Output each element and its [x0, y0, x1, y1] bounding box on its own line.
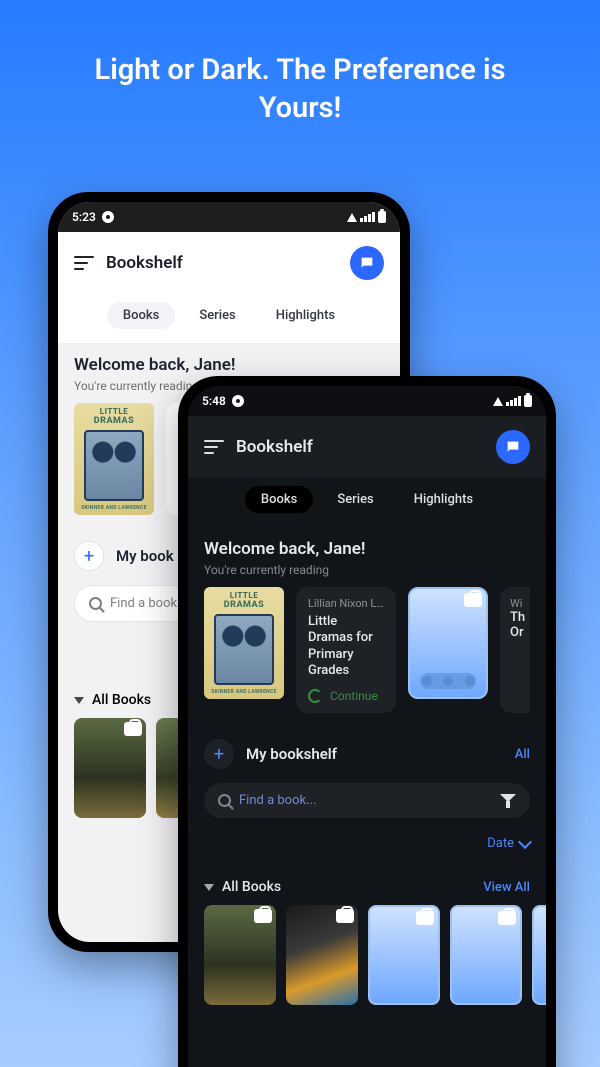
card-title: Little Dramas for Primary Grades [308, 614, 384, 679]
continue-row[interactable]: Continue [308, 689, 384, 703]
book-badge-icon [464, 593, 482, 607]
peek-title-2: Or [510, 625, 530, 640]
add-book-button[interactable]: + [204, 739, 234, 769]
chat-fab[interactable] [496, 430, 530, 464]
tabs: Books Series Highlights [188, 478, 546, 527]
reading-row: LITTLE DRAMAS SKINNER AND LAWRENCE Lilli… [204, 587, 530, 713]
book-thumb[interactable] [204, 905, 276, 1005]
book-badge-icon [336, 909, 354, 923]
chevron-down-icon [518, 834, 532, 848]
search-icon [218, 794, 231, 807]
continue-label: Continue [330, 689, 378, 703]
reading-card[interactable]: Lillian Nixon Lawre... Little Dramas for… [296, 587, 396, 713]
app-header: Bookshelf [188, 416, 546, 478]
caret-icon [204, 884, 214, 891]
reading-card-peek[interactable]: Wi Th Or [500, 587, 530, 713]
my-bookshelf-row: + My bookshelf All [204, 739, 530, 769]
currently-reading-label: You're currently reading [204, 563, 530, 577]
book-cover-little-dramas[interactable]: LITTLE DRAMAS SKINNER AND LAWRENCE [204, 587, 284, 699]
search-bar[interactable]: Find a book... [204, 783, 530, 818]
signal-icon [506, 396, 521, 406]
tab-series[interactable]: Series [183, 302, 251, 329]
book-cover-device[interactable] [408, 587, 488, 699]
progress-spinner-icon [308, 689, 322, 703]
chat-fab[interactable] [350, 246, 384, 280]
book-thumb[interactable] [368, 905, 440, 1005]
status-time: 5:48 [202, 394, 226, 408]
peek-title-1: Th [510, 610, 530, 625]
all-link[interactable]: All [515, 747, 530, 762]
battery-icon [524, 395, 532, 407]
peek-author: Wi [510, 597, 530, 610]
add-book-button[interactable]: + [74, 541, 104, 571]
app-header: Bookshelf [58, 232, 400, 294]
welcome-text: Welcome back, Jane! [204, 539, 530, 559]
tabs: Books Series Highlights [58, 294, 400, 343]
sort-row[interactable]: Date [204, 836, 530, 851]
welcome-text: Welcome back, Jane! [74, 355, 384, 375]
book-badge-icon [498, 911, 516, 925]
menu-icon[interactable] [74, 256, 94, 270]
signal-icon [360, 212, 375, 222]
cover-line2: DRAMAS [224, 600, 264, 610]
my-bookshelf-title: My bookshelf [246, 745, 503, 763]
cover-art [84, 430, 144, 501]
cover-publisher: SKINNER AND LAWRENCE [81, 505, 146, 511]
cover-line2: DRAMAS [94, 416, 134, 426]
menu-icon[interactable] [204, 440, 224, 454]
tab-books[interactable]: Books [245, 486, 313, 513]
book-thumb[interactable] [450, 905, 522, 1005]
tab-highlights[interactable]: Highlights [260, 302, 351, 329]
status-time: 5:23 [72, 210, 96, 224]
all-books-title: All Books [222, 879, 475, 895]
book-badge-icon [254, 909, 272, 923]
dark-phone-frame: 5:48 Bookshelf Books Series Highlights W… [178, 376, 556, 1067]
cover-publisher: SKINNER AND LAWRENCE [211, 689, 276, 695]
sort-label: Date [487, 836, 514, 851]
caret-icon [74, 697, 84, 704]
card-author: Lillian Nixon Lawre... [308, 597, 384, 610]
tab-books[interactable]: Books [107, 302, 175, 329]
book-thumb[interactable] [532, 905, 546, 1005]
search-placeholder: Find a book... [239, 793, 492, 808]
wifi-icon [493, 397, 503, 406]
statusbar: 5:23 [58, 202, 400, 232]
cover-art [214, 614, 274, 685]
view-all-link[interactable]: View All [483, 880, 530, 895]
book-thumb[interactable] [286, 905, 358, 1005]
battery-icon [378, 211, 386, 223]
header-title: Bookshelf [236, 437, 484, 457]
book-badge-icon [416, 911, 434, 925]
search-icon [89, 597, 102, 610]
status-app-icon [102, 211, 114, 223]
book-cover-little-dramas[interactable]: LITTLE DRAMAS SKINNER AND LAWRENCE [74, 403, 154, 515]
header-title: Bookshelf [106, 253, 338, 273]
hero-title: Light or Dark. The Preference is Yours! [0, 0, 600, 127]
cover-line1: LITTLE [230, 591, 259, 600]
cover-line1: LITTLE [100, 407, 129, 416]
book-thumb[interactable] [74, 718, 146, 818]
tab-series[interactable]: Series [321, 486, 389, 513]
book-badge-icon [124, 722, 142, 736]
book-thumbs [204, 905, 530, 1005]
all-books-row[interactable]: All Books View All [204, 879, 530, 895]
filter-icon[interactable] [500, 794, 516, 808]
wifi-icon [347, 213, 357, 222]
dark-screen: 5:48 Bookshelf Books Series Highlights W… [188, 386, 546, 1067]
statusbar: 5:48 [188, 386, 546, 416]
status-app-icon [232, 395, 244, 407]
tab-highlights[interactable]: Highlights [398, 486, 489, 513]
